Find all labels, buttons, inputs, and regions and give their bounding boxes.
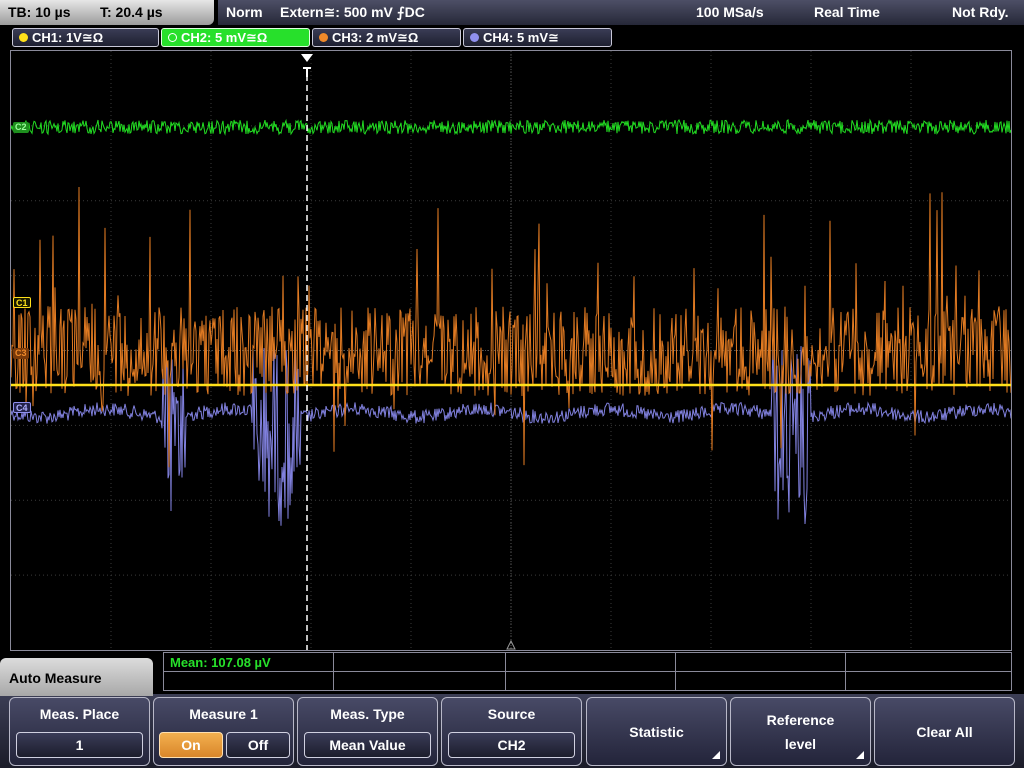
meas-place-softkey[interactable]: Meas. Place 1: [9, 697, 150, 766]
trigger-time-readout: T: 20.4 µs: [100, 4, 163, 20]
ch2-label: CH2: 5 mV≅Ω: [181, 30, 268, 45]
ch2-offset-marker[interactable]: C2: [13, 122, 29, 133]
reference-level-softkey[interactable]: Reference level: [730, 697, 871, 766]
meas-type-value[interactable]: Mean Value: [304, 732, 431, 758]
acquisition-status-strip: Norm Extern≅: 500 mV ⨍DC 100 MSa/s Real …: [218, 0, 1024, 25]
meas-place-value[interactable]: 1: [16, 732, 143, 758]
ch3-label: CH3: 2 mV≅Ω: [332, 30, 419, 45]
mean-measurement-value: Mean: 107.08 µV: [170, 655, 271, 670]
ch4-color-icon: [470, 33, 479, 42]
acquisition-mode: Real Time: [814, 4, 880, 20]
trigger-position-icon[interactable]: [300, 53, 314, 77]
graticule-grid: [11, 51, 1011, 650]
meas-place-label: Meas. Place: [39, 706, 120, 722]
waveform-display[interactable]: C2 C1 C3 C4: [10, 50, 1012, 651]
reference-label-line2: level: [784, 736, 817, 752]
status-bar: TB: 10 µs T: 20.4 µs Norm Extern≅: 500 m…: [0, 0, 1024, 26]
statistic-label: Statistic: [629, 724, 684, 740]
clear-all-softkey[interactable]: Clear All: [874, 697, 1015, 766]
timebase-readout: TB: 10 µs: [8, 4, 71, 20]
timebase-box[interactable]: TB: 10 µs T: 20.4 µs: [0, 0, 214, 25]
meas-type-softkey[interactable]: Meas. Type Mean Value: [297, 697, 438, 766]
statistic-softkey[interactable]: Statistic: [586, 697, 727, 766]
trigger-mode[interactable]: Norm: [226, 4, 263, 20]
waveform-canvas: [11, 51, 1011, 650]
measure1-off-toggle[interactable]: Off: [226, 732, 290, 758]
channel-tab-ch3[interactable]: CH3: 2 mV≅Ω: [312, 28, 461, 47]
ch3-color-icon: [319, 33, 328, 42]
clear-all-label: Clear All: [916, 724, 973, 740]
ch1-offset-marker[interactable]: C1: [13, 297, 31, 308]
submenu-corner-icon: [856, 751, 864, 759]
source-value[interactable]: CH2: [448, 732, 575, 758]
ch4-label: CH4: 5 mV≅: [483, 30, 559, 45]
reference-label-line1: Reference: [766, 712, 835, 728]
measure1-on-toggle[interactable]: On: [159, 732, 223, 758]
channel-tab-ch4[interactable]: CH4: 5 mV≅: [463, 28, 612, 47]
ch1-color-icon: [19, 33, 28, 42]
ready-state: Not Rdy.: [952, 4, 1009, 20]
measurement-result-panel: Mean: 107.08 µV: [163, 652, 1012, 691]
sample-rate: 100 MSa/s: [696, 4, 764, 20]
channel-tab-ch2[interactable]: CH2: 5 mV≅Ω: [161, 28, 310, 47]
menu-title: Auto Measure: [0, 658, 153, 696]
ch2-color-icon: [168, 33, 177, 42]
trigger-source[interactable]: Extern≅: 500 mV ⨍DC: [280, 4, 425, 21]
ch3-offset-marker[interactable]: C3: [13, 348, 29, 359]
ch4-offset-marker[interactable]: C4: [13, 402, 31, 413]
submenu-corner-icon: [712, 751, 720, 759]
source-softkey[interactable]: Source CH2: [441, 697, 582, 766]
measure1-softkey[interactable]: Measure 1 On Off: [153, 697, 294, 766]
meas-type-label: Meas. Type: [330, 706, 405, 722]
ch1-label: CH1: 1V≅Ω: [32, 30, 104, 45]
channel-tab-ch1[interactable]: CH1: 1V≅Ω: [12, 28, 159, 47]
source-label: Source: [487, 706, 536, 722]
measure1-label: Measure 1: [189, 706, 258, 722]
